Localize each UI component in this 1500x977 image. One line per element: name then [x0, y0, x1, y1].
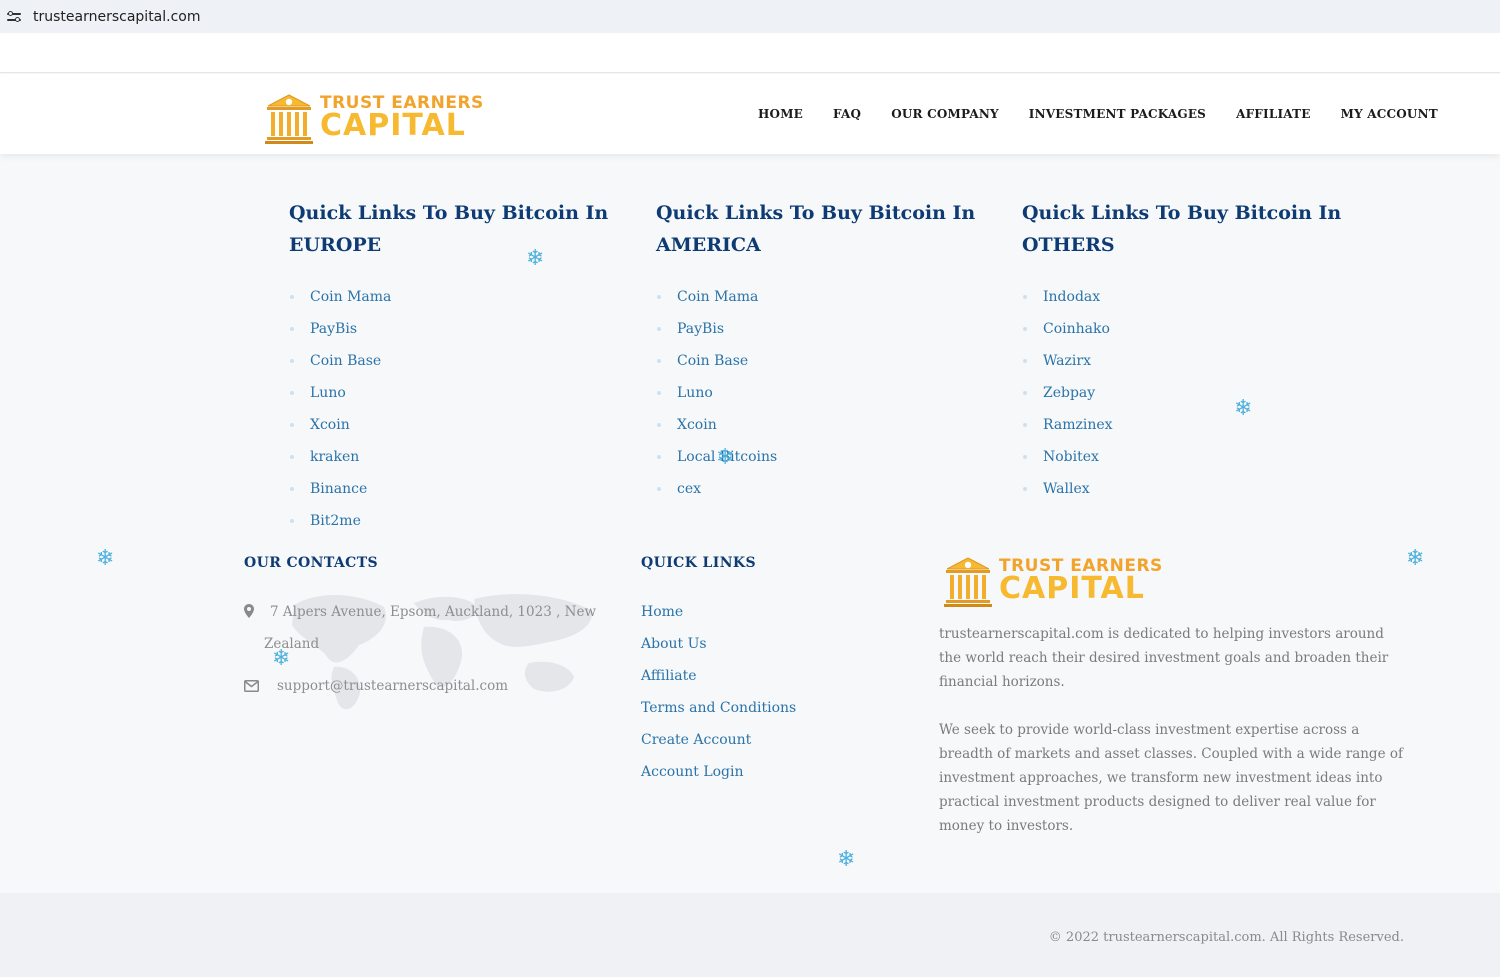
list-item[interactable]: Binance [290, 479, 391, 511]
footer-link-affiliate[interactable]: Affiliate [641, 664, 796, 696]
envelope-icon [244, 680, 259, 692]
bank-logo-icon [944, 557, 992, 607]
list-item[interactable]: Coin Base [657, 351, 777, 383]
list-item[interactable]: cex [657, 479, 777, 511]
europe-column-title: Quick Links To Buy Bitcoin In EUROPE [289, 197, 609, 261]
list-item[interactable]: PayBis [657, 319, 777, 351]
list-item[interactable]: Wallex [1023, 479, 1113, 511]
address-line1: 7 Alpers Avenue, Epsom, Auckland, 1023 ,… [270, 604, 597, 620]
list-item[interactable]: Indodax [1023, 287, 1113, 319]
list-item[interactable]: Nobitex [1023, 447, 1113, 479]
nav-our-company[interactable]: OUR COMPANY [891, 107, 999, 121]
site-header: TRUST EARNERS CAPITAL HOME FAQ OUR COMPA… [0, 74, 1500, 154]
url-text[interactable]: trustearnerscapital.com [33, 9, 201, 25]
list-item[interactable]: Ramzinex [1023, 415, 1113, 447]
europe-title-line2: EUROPE [289, 234, 382, 256]
list-item[interactable]: Luno [657, 383, 777, 415]
nav-investment-packages[interactable]: INVESTMENT PACKAGES [1029, 107, 1206, 121]
browser-url-bar[interactable]: trustearnerscapital.com [0, 0, 1500, 33]
bank-logo-icon [265, 94, 313, 144]
contacts-heading: OUR CONTACTS [244, 555, 379, 571]
america-title-line2: AMERICA [656, 234, 761, 256]
footer-brand-line2: CAPITAL [999, 571, 1145, 606]
list-item[interactable]: Coin Mama [657, 287, 777, 319]
copyright-text: © 2022 trustearnerscapital.com. All Righ… [1048, 930, 1404, 945]
main-nav: HOME FAQ OUR COMPANY INVESTMENT PACKAGES… [758, 107, 1468, 121]
others-title-line2: OTHERS [1022, 234, 1115, 256]
list-item[interactable]: Coinhako [1023, 319, 1113, 351]
brand-line2: CAPITAL [320, 108, 466, 143]
nav-home[interactable]: HOME [758, 107, 803, 121]
snowflake-icon: ❄ [837, 847, 856, 872]
europe-title-line1: Quick Links To Buy Bitcoin In [289, 202, 609, 224]
quick-links-list: Home About Us Affiliate Terms and Condit… [641, 600, 796, 792]
list-item[interactable]: Zebpay [1023, 383, 1113, 415]
quick-links-heading: QUICK LINKS [641, 555, 757, 571]
location-pin-icon [244, 604, 254, 618]
footer-logo[interactable]: TRUST EARNERS CAPITAL [943, 555, 1163, 607]
tune-icon[interactable] [7, 10, 21, 23]
about-paragraph-1: trustearnerscapital.com is dedicated to … [939, 626, 1389, 690]
list-item[interactable]: Coin Base [290, 351, 391, 383]
list-item[interactable]: PayBis [290, 319, 391, 351]
footer-link-create-account[interactable]: Create Account [641, 728, 796, 760]
footer-brand-wordmark: TRUST EARNERS CAPITAL [999, 558, 1163, 604]
europe-links: Coin Mama PayBis Coin Base Luno Xcoin kr… [290, 287, 391, 543]
site-logo[interactable]: TRUST EARNERS CAPITAL [264, 92, 484, 144]
list-item[interactable]: Coin Mama [290, 287, 391, 319]
others-links: Indodax Coinhako Wazirx Zebpay Ramzinex … [1023, 287, 1113, 511]
copyright-bar: © 2022 trustearnerscapital.com. All Righ… [0, 893, 1500, 977]
contact-email[interactable]: support@trustearnerscapital.com [277, 670, 508, 702]
list-item[interactable]: kraken [290, 447, 391, 479]
list-item[interactable]: Luno [290, 383, 391, 415]
list-item[interactable]: Xcoin [290, 415, 391, 447]
nav-faq[interactable]: FAQ [833, 107, 861, 121]
snowflake-icon: ❄ [716, 445, 735, 470]
snowflake-icon: ❄ [526, 246, 545, 271]
list-item[interactable]: Wazirx [1023, 351, 1113, 383]
others-title-line1: Quick Links To Buy Bitcoin In [1022, 202, 1342, 224]
footer-link-terms[interactable]: Terms and Conditions [641, 696, 796, 728]
about-paragraph-2: We seek to provide world-class investmen… [939, 722, 1403, 834]
snowflake-icon: ❄ [1234, 396, 1253, 421]
snowflake-icon: ❄ [1406, 546, 1425, 571]
snowflake-icon: ❄ [96, 546, 115, 571]
footer-link-about-us[interactable]: About Us [641, 632, 796, 664]
top-spacer [0, 33, 1500, 73]
footer-link-account-login[interactable]: Account Login [641, 760, 796, 792]
america-column-title: Quick Links To Buy Bitcoin In AMERICA [656, 197, 976, 261]
footer-link-home[interactable]: Home [641, 600, 796, 632]
list-item[interactable]: Xcoin [657, 415, 777, 447]
america-links: Coin Mama PayBis Coin Base Luno Xcoin Lo… [657, 287, 777, 511]
brand-wordmark: TRUST EARNERS CAPITAL [320, 95, 484, 141]
snowflake-icon: ❄ [272, 646, 291, 671]
nav-affiliate[interactable]: AFFILIATE [1236, 107, 1311, 121]
nav-my-account[interactable]: MY ACCOUNT [1341, 107, 1438, 121]
others-column-title: Quick Links To Buy Bitcoin In OTHERS [1022, 197, 1342, 261]
america-title-line1: Quick Links To Buy Bitcoin In [656, 202, 976, 224]
list-item[interactable]: Bit2me [290, 511, 391, 543]
